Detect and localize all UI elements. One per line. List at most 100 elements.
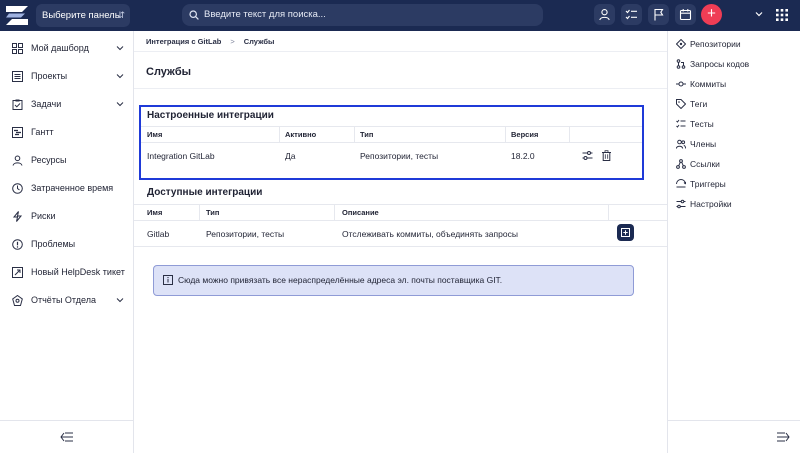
divider: [141, 142, 642, 143]
sidebar-item-projects[interactable]: Проекты: [0, 66, 134, 86]
column-separator: [569, 126, 570, 142]
right-menu-tests[interactable]: Тесты: [668, 115, 800, 133]
sidebar-item-label: Мой дашборд: [31, 43, 89, 53]
checklist-button[interactable]: [621, 4, 642, 25]
column-header-type: Тип: [360, 130, 374, 139]
right-menu-members[interactable]: Члены: [668, 135, 800, 153]
clock-icon: [12, 183, 23, 194]
sidebar-item-label: Новый HelpDesk тикет: [31, 267, 125, 277]
sidebar-item-label: Отчёты Отдела: [31, 295, 96, 305]
integration-name: Integration GitLab: [147, 151, 215, 161]
column-header-version: Версия: [511, 130, 539, 139]
calendar-icon: [679, 9, 692, 21]
column-header-name: Имя: [147, 130, 163, 139]
column-separator: [334, 204, 335, 220]
right-sidebar-footer: [668, 420, 800, 453]
sidebar-item-gantt[interactable]: Гантт: [0, 122, 134, 142]
sidebar-item-label: Проекты: [31, 71, 68, 81]
sidebar-item-risks[interactable]: Риски: [0, 206, 134, 226]
right-menu-merge-requests[interactable]: Запросы кодов: [668, 55, 800, 73]
divider: [141, 126, 642, 127]
create-new-button[interactable]: +: [701, 4, 722, 25]
right-menu-label: Настройки: [690, 199, 732, 209]
info-message: Сюда можно привязать все нераспределённы…: [153, 265, 634, 296]
report-icon: [12, 295, 23, 306]
collapse-right-sidebar-icon[interactable]: [776, 431, 790, 443]
available-integrations-title: Доступные интеграции: [147, 187, 263, 198]
chevron-updown-icon: ⇵: [117, 10, 125, 20]
flag-button[interactable]: [648, 4, 669, 25]
chevron-right-icon: >: [230, 37, 235, 46]
settings-sliders-icon[interactable]: [582, 150, 593, 161]
panel-select[interactable]: Выберите панель ⇵: [36, 4, 130, 27]
bolt-icon: [12, 211, 23, 222]
top-bar: Выберите панель ⇵ Введите текст для поис…: [0, 0, 800, 31]
gantt-icon: [12, 127, 23, 138]
column-header-description: Описание: [342, 208, 379, 217]
integration-name: Gitlab: [147, 229, 170, 239]
sidebar-item-label: Риски: [31, 211, 56, 221]
right-menu-commits[interactable]: Коммиты: [668, 75, 800, 93]
breadcrumb-parent-link[interactable]: Интеграция с GitLab: [146, 37, 221, 46]
right-menu-label: Коммиты: [690, 79, 727, 89]
chevron-down-icon: [116, 74, 124, 79]
left-sidebar: Мой дашборд Проекты Задачи Гантт Ресурсы…: [0, 31, 134, 453]
sidebar-item-label: Затраченное время: [31, 183, 114, 193]
column-separator: [199, 204, 200, 220]
commit-icon: [676, 81, 686, 87]
sidebar-item-tasks[interactable]: Задачи: [0, 94, 134, 114]
info-icon: [163, 275, 173, 285]
right-menu-tags[interactable]: Теги: [668, 95, 800, 113]
tag-icon: [676, 99, 686, 109]
integration-description: Отслеживать коммиты, объединять запросы: [342, 229, 518, 239]
column-header-name: Имя: [147, 208, 163, 217]
sidebar-item-department-reports[interactable]: Отчёты Отдела: [0, 290, 134, 310]
flag-icon: [654, 8, 664, 21]
breadcrumb-current: Службы: [243, 37, 275, 46]
members-icon: [676, 139, 686, 149]
trash-icon[interactable]: [601, 150, 612, 161]
sidebar-item-label: Проблемы: [31, 239, 76, 249]
column-separator: [505, 126, 506, 142]
apps-grid-icon[interactable]: [776, 9, 788, 21]
collapse-sidebar-icon[interactable]: [60, 431, 74, 443]
sidebar-item-problems[interactable]: Проблемы: [0, 234, 134, 254]
profile-button[interactable]: [594, 4, 615, 25]
sidebar-item-helpdesk-ticket[interactable]: Новый HelpDesk тикет: [0, 262, 134, 282]
user-icon: [12, 155, 23, 166]
right-menu-triggers[interactable]: Триггеры: [668, 175, 800, 193]
dashboard-icon: [12, 43, 23, 54]
right-menu-repositories[interactable]: Репозитории: [668, 35, 800, 53]
repository-icon: [676, 39, 686, 49]
ticket-icon: [12, 267, 23, 278]
link-icon: [676, 159, 686, 169]
search-input[interactable]: Введите текст для поиска...: [182, 4, 543, 26]
app-logo[interactable]: [6, 6, 28, 25]
integration-version: 18.2.0: [511, 151, 535, 161]
sidebar-item-time-spent[interactable]: Затраченное время: [0, 178, 134, 198]
sidebar-footer: [0, 420, 134, 453]
divider: [134, 220, 667, 221]
chevron-down-icon: [116, 102, 124, 107]
configured-integrations-title: Настроенные интеграции: [147, 110, 274, 121]
right-menu-links[interactable]: Ссылки: [668, 155, 800, 173]
sidebar-item-label: Задачи: [31, 99, 62, 109]
calendar-button[interactable]: [675, 4, 696, 25]
sidebar-item-label: Ресурсы: [31, 155, 67, 165]
panel-select-label: Выберите панель: [42, 10, 120, 21]
breadcrumb: Интеграция с GitLab > Службы: [134, 31, 667, 52]
column-separator: [608, 204, 609, 220]
add-integration-button[interactable]: [617, 224, 634, 241]
column-header-type: Тип: [206, 208, 220, 217]
chevron-down-icon[interactable]: [754, 9, 764, 19]
right-menu-label: Репозитории: [690, 39, 741, 49]
right-menu-settings[interactable]: Настройки: [668, 195, 800, 213]
right-menu-label: Тесты: [690, 119, 714, 129]
sidebar-item-resources[interactable]: Ресурсы: [0, 150, 134, 170]
sidebar-item-dashboard[interactable]: Мой дашборд: [0, 38, 134, 58]
info-message-text: Сюда можно привязать все нераспределённы…: [178, 275, 503, 285]
merge-request-icon: [676, 59, 686, 69]
column-header-active: Активно: [285, 130, 317, 139]
column-separator: [279, 126, 280, 142]
chevron-down-icon: [116, 298, 124, 303]
